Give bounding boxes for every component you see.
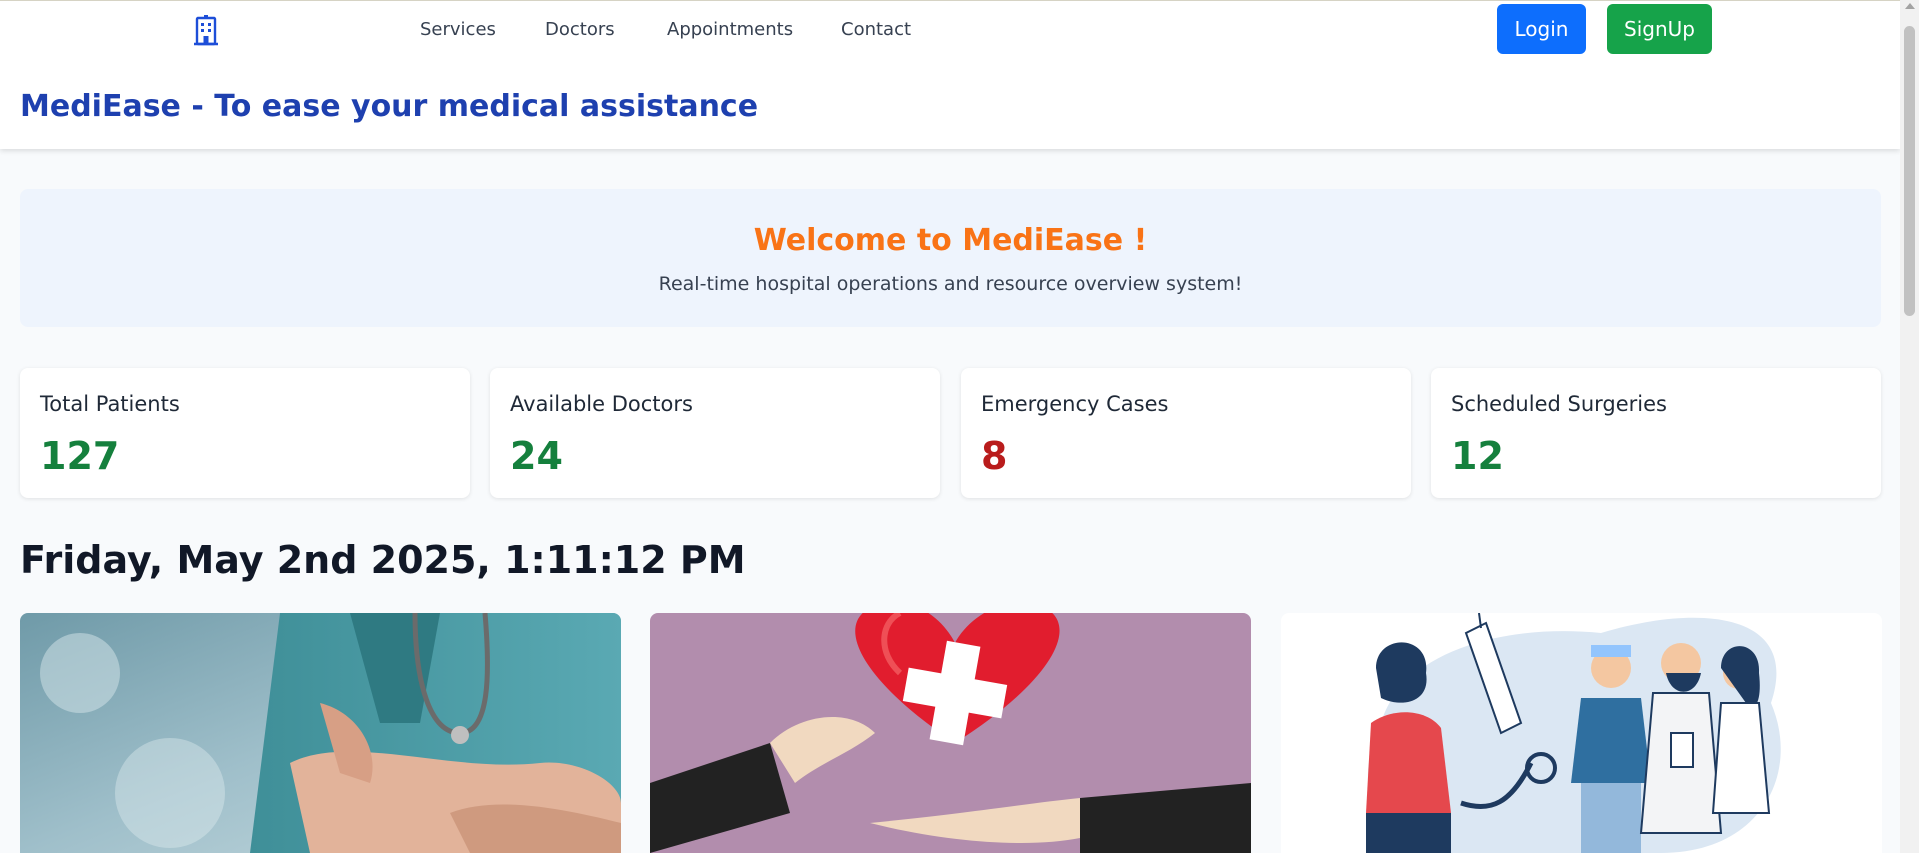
- stat-label: Available Doctors: [510, 392, 693, 416]
- stat-value: 12: [1451, 434, 1504, 478]
- stat-value: 127: [40, 434, 120, 478]
- nav-services-link[interactable]: Services: [420, 19, 496, 40]
- heart-donation-illustration: [650, 613, 1251, 853]
- stat-label: Scheduled Surgeries: [1451, 392, 1667, 416]
- welcome-banner: Welcome to MediEase ! Real-time hospital…: [20, 189, 1881, 327]
- welcome-subtitle: Real-time hospital operations and resour…: [658, 273, 1243, 295]
- login-button[interactable]: Login: [1497, 4, 1586, 54]
- stat-label: Emergency Cases: [981, 392, 1169, 416]
- stat-card-available-doctors: Available Doctors 24: [490, 368, 940, 498]
- page: Services Doctors Appointments Contact Lo…: [0, 0, 1900, 853]
- stat-label: Total Patients: [40, 392, 180, 416]
- stat-card-scheduled-surgeries: Scheduled Surgeries 12: [1431, 368, 1881, 498]
- scrollbar-thumb[interactable]: [1904, 26, 1915, 316]
- vertical-scrollbar[interactable]: [1900, 0, 1919, 853]
- stat-value: 8: [981, 434, 1008, 478]
- doctor-stethoscope-photo: [20, 613, 621, 853]
- scroll-up-icon[interactable]: [1905, 3, 1915, 9]
- current-datetime: Friday, May 2nd 2025, 1:11:12 PM: [20, 538, 746, 582]
- hospital-building-icon[interactable]: [191, 14, 221, 46]
- nav-contact-link[interactable]: Contact: [841, 19, 911, 40]
- nav-doctors-link[interactable]: Doctors: [545, 19, 615, 40]
- medical-team-illustration: [1281, 613, 1882, 853]
- stat-value: 24: [510, 434, 563, 478]
- page-title: MediEase - To ease your medical assistan…: [20, 89, 759, 124]
- stat-card-total-patients: Total Patients 127: [20, 368, 470, 498]
- welcome-title: Welcome to MediEase !: [753, 223, 1148, 258]
- signup-button[interactable]: SignUp: [1607, 4, 1712, 54]
- stat-card-emergency-cases: Emergency Cases 8: [961, 368, 1411, 498]
- nav-appointments-link[interactable]: Appointments: [667, 19, 793, 40]
- site-header: Services Doctors Appointments Contact Lo…: [0, 0, 1900, 149]
